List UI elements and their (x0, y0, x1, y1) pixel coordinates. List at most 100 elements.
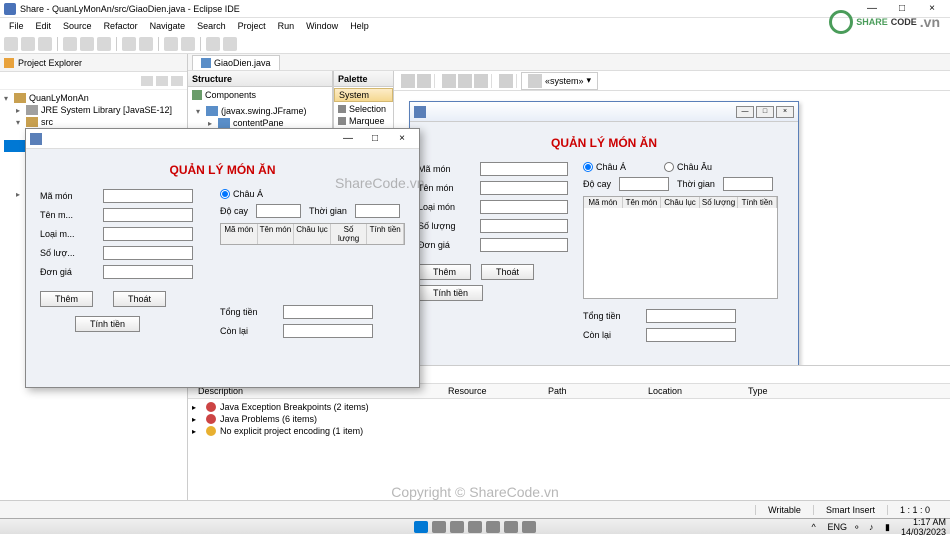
menu-refactor[interactable]: Refactor (99, 20, 143, 32)
coverage-icon[interactable] (97, 37, 111, 51)
dinput-mamon[interactable] (103, 189, 193, 203)
preview-min-button[interactable]: — (736, 106, 754, 118)
radio-chaua[interactable]: Châu Á (583, 162, 626, 172)
edge-taskbar-icon[interactable] (468, 521, 482, 533)
save-all-icon[interactable] (38, 37, 52, 51)
palette-selection[interactable]: Selection (334, 103, 393, 115)
col-location[interactable]: Location (642, 386, 742, 396)
dialog-window[interactable]: — □ × QUẢN LÝ MÓN ĂN Mã món Tên m... Loạ… (25, 128, 420, 388)
copy-icon[interactable] (458, 74, 472, 88)
input-dongia[interactable] (480, 238, 568, 252)
run-icon[interactable] (80, 37, 94, 51)
dialog-close-button[interactable]: × (389, 131, 415, 147)
col-resource[interactable]: Resource (442, 386, 542, 396)
align2-icon[interactable] (417, 74, 431, 88)
debug-icon[interactable] (63, 37, 77, 51)
paste-icon[interactable] (474, 74, 488, 88)
dinput-soluong[interactable] (103, 246, 193, 260)
dialog-titlebar[interactable]: — □ × (26, 129, 419, 149)
new-class-icon[interactable] (139, 37, 153, 51)
preview-titlebar[interactable]: — □ × (410, 102, 798, 122)
dbutton-them[interactable]: Thêm (40, 291, 93, 307)
col-type[interactable]: Type (742, 386, 842, 396)
menu-source[interactable]: Source (58, 20, 97, 32)
menu-run[interactable]: Run (273, 20, 300, 32)
menu-file[interactable]: File (4, 20, 29, 32)
preview-jframe[interactable]: — □ × QUẢN LÝ MÓN ĂN Mã món Tên món Loại… (409, 101, 799, 391)
dinput-tongtien[interactable] (283, 305, 373, 319)
cut-icon[interactable] (442, 74, 456, 88)
preview-icon[interactable] (499, 74, 513, 88)
editor-tab-giaodien[interactable]: GiaoDien.java (192, 55, 280, 70)
button-thoat[interactable]: Thoát (481, 264, 534, 280)
dbutton-tinhtien[interactable]: Tính tiền (75, 316, 140, 332)
tree-project-root[interactable]: ▾QuanLyMonAn (4, 92, 183, 104)
tray-wifi-icon[interactable]: ⚬ (853, 522, 863, 532)
structure-jframe[interactable]: ▾(javax.swing.JFrame) (196, 105, 328, 117)
input-docay[interactable] (619, 177, 669, 191)
menu-project[interactable]: Project (233, 20, 271, 32)
new-icon[interactable] (4, 37, 18, 51)
menu-edit[interactable]: Edit (31, 20, 57, 32)
col-path[interactable]: Path (542, 386, 642, 396)
dinput-dongia[interactable] (103, 265, 193, 279)
input-tenmon[interactable] (480, 181, 568, 195)
input-tongtien[interactable] (646, 309, 736, 323)
view-menu-icon[interactable] (171, 76, 183, 86)
start-icon[interactable] (414, 521, 428, 533)
button-tinhtien[interactable]: Tính tiền (418, 285, 483, 301)
dinput-docay[interactable] (256, 204, 301, 218)
problem-item-breakpoints[interactable]: ▸Java Exception Breakpoints (2 items) (192, 401, 946, 413)
tray-battery-icon[interactable]: ▮ (885, 522, 895, 532)
input-soluong[interactable] (480, 219, 568, 233)
dialog-min-button[interactable]: — (335, 131, 361, 147)
button-them[interactable]: Thêm (418, 264, 471, 280)
menu-navigate[interactable]: Navigate (145, 20, 191, 32)
tray-date[interactable]: 14/03/2023 (901, 527, 946, 537)
palette-system-group[interactable]: System (334, 88, 393, 102)
search-taskbar-icon[interactable] (432, 521, 446, 533)
dinput-loaimon[interactable] (103, 227, 193, 241)
problem-item-encoding[interactable]: ▸No explicit project encoding (1 item) (192, 425, 946, 437)
windows-taskbar[interactable]: ^ ENG ⚬ ♪ ▮ 1:17 AM 14/03/2023 (0, 518, 950, 534)
preview-close-button[interactable]: × (776, 106, 794, 118)
link-editor-icon[interactable] (156, 76, 168, 86)
radio-chauau[interactable]: Châu Âu (664, 162, 712, 172)
search-icon[interactable] (181, 37, 195, 51)
input-mamon[interactable] (480, 162, 568, 176)
ddata-table[interactable]: Mã món Tên món Châu lục Số lượng Tính ti… (220, 223, 405, 245)
input-conlai[interactable] (646, 328, 736, 342)
tray-volume-icon[interactable]: ♪ (869, 522, 879, 532)
tree-src[interactable]: ▾src (4, 116, 183, 128)
dinput-tenmon[interactable] (103, 208, 193, 222)
tray-language[interactable]: ENG (827, 522, 847, 532)
align-icon[interactable] (401, 74, 415, 88)
preview-max-button[interactable]: □ (756, 106, 774, 118)
forward-icon[interactable] (223, 37, 237, 51)
menu-help[interactable]: Help (345, 20, 374, 32)
data-table[interactable]: Mã món Tên món Châu lục Số lượng Tính ti… (583, 196, 778, 299)
dinput-conlai[interactable] (283, 324, 373, 338)
menu-window[interactable]: Window (301, 20, 343, 32)
tray-time[interactable]: 1:17 AM (901, 517, 946, 527)
dbutton-thoat[interactable]: Thoát (113, 291, 166, 307)
back-icon[interactable] (206, 37, 220, 51)
explorer-taskbar-icon[interactable] (450, 521, 464, 533)
open-type-icon[interactable] (164, 37, 178, 51)
eclipse-taskbar-icon[interactable] (504, 521, 518, 533)
collapse-all-icon[interactable] (141, 76, 153, 86)
tray-chevron-icon[interactable]: ^ (811, 522, 821, 532)
dinput-thoigian[interactable] (355, 204, 400, 218)
problem-item-problems[interactable]: ▸Java Problems (6 items) (192, 413, 946, 425)
laf-dropdown[interactable]: «system»▾ (521, 72, 598, 90)
input-thoigian[interactable] (723, 177, 773, 191)
input-loaimon[interactable] (480, 200, 568, 214)
dialog-max-button[interactable]: □ (362, 131, 388, 147)
tree-jre[interactable]: ▸JRE System Library [JavaSE-12] (4, 104, 183, 116)
new-package-icon[interactable] (122, 37, 136, 51)
menu-search[interactable]: Search (192, 20, 231, 32)
dradio-chaua[interactable]: Châu Á (220, 189, 263, 199)
app1-taskbar-icon[interactable] (486, 521, 500, 533)
app2-taskbar-icon[interactable] (522, 521, 536, 533)
save-icon[interactable] (21, 37, 35, 51)
